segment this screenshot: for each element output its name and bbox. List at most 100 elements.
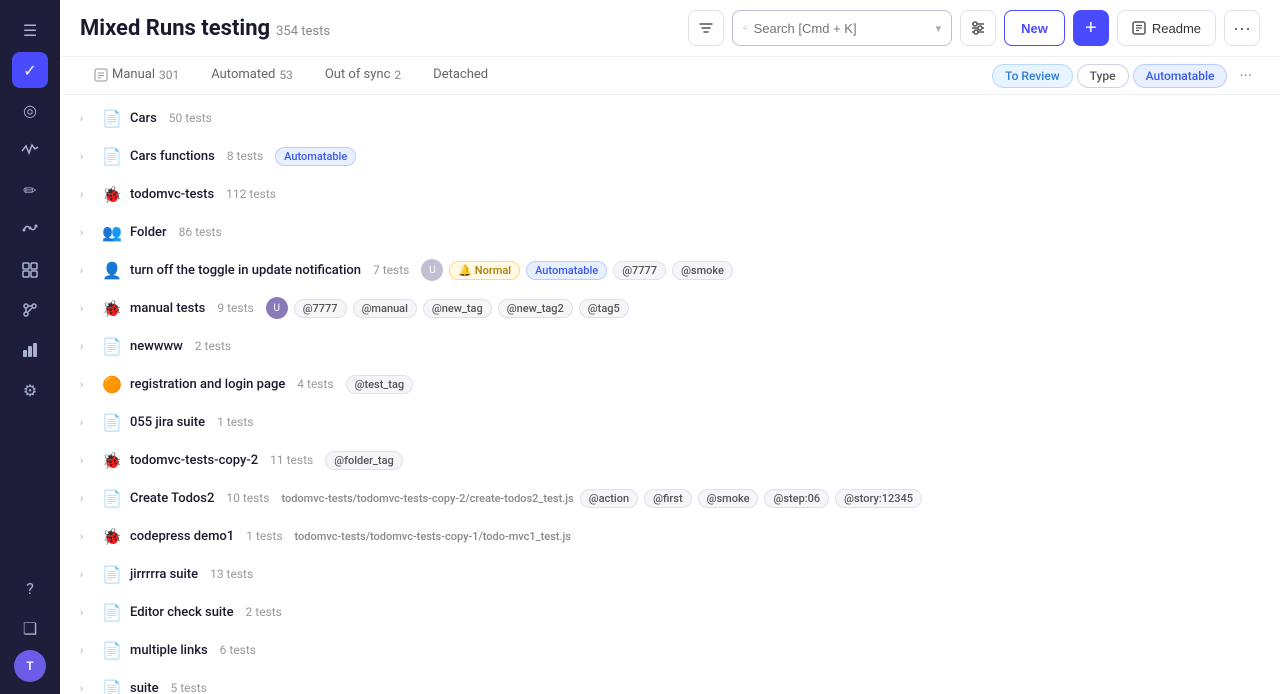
layers-icon[interactable]: ❏: [12, 610, 48, 646]
item-icon: 🐞: [102, 299, 122, 318]
list-item[interactable]: › 🟠 registration and login page 4 tests …: [60, 365, 1280, 403]
item-icon: 📄: [102, 641, 122, 660]
list-item[interactable]: › 🐞 todomvc-tests 112 tests: [60, 175, 1280, 213]
list-item[interactable]: › 📄 Create Todos2 10 tests todomvc-tests…: [60, 479, 1280, 517]
tag[interactable]: @smoke: [698, 489, 759, 508]
tag[interactable]: @step:06: [764, 489, 829, 508]
chevron-right-icon: ›: [80, 492, 94, 505]
more-button[interactable]: ···: [1224, 10, 1260, 46]
list-item[interactable]: › 🐞 codepress demo1 1 tests todomvc-test…: [60, 517, 1280, 555]
tag[interactable]: @7777: [294, 299, 347, 318]
tag[interactable]: @story:12345: [835, 489, 922, 508]
filter-automatable[interactable]: Automatable: [1133, 64, 1228, 88]
item-icon: 📄: [102, 337, 122, 356]
list-item[interactable]: › 📄 jirrrrra suite 13 tests: [60, 555, 1280, 593]
chevron-right-icon: ›: [80, 416, 94, 429]
search-icon: [743, 21, 747, 35]
plugin-icon[interactable]: [12, 252, 48, 288]
list-item[interactable]: › 📄 055 jira suite 1 tests: [60, 403, 1280, 441]
avatar[interactable]: T: [14, 650, 46, 682]
item-icon: 📄: [102, 413, 122, 432]
chevron-right-icon: ›: [80, 340, 94, 353]
check-icon[interactable]: ✓: [12, 52, 48, 88]
tag[interactable]: 🔔 Normal: [449, 261, 520, 280]
bar-chart-icon[interactable]: [12, 332, 48, 368]
settings-icon[interactable]: ⚙: [12, 372, 48, 408]
tag[interactable]: Automatable: [275, 147, 356, 166]
readme-button[interactable]: Readme: [1117, 10, 1216, 46]
item-icon: 📄: [102, 679, 122, 694]
tag[interactable]: @manual: [353, 299, 417, 318]
chevron-right-icon: ›: [80, 682, 94, 694]
search-input[interactable]: [754, 21, 930, 36]
chevron-right-icon: ›: [80, 454, 94, 467]
list-item[interactable]: › 📄 suite 5 tests: [60, 669, 1280, 694]
sliders-button[interactable]: [960, 10, 996, 46]
list-item[interactable]: › 📄 Cars functions 8 tests Automatable: [60, 137, 1280, 175]
list-item[interactable]: › 🐞 manual tests 9 tests U @7777 @manual…: [60, 289, 1280, 327]
plus-button[interactable]: +: [1073, 10, 1109, 46]
chevron-right-icon: ›: [80, 150, 94, 163]
item-icon: 📄: [102, 489, 122, 508]
sidebar: ☰ ✓ ◎ ✏: [0, 0, 60, 694]
tab-automated[interactable]: Automated 53: [197, 57, 307, 94]
chevron-right-icon: ›: [80, 112, 94, 125]
activity-icon[interactable]: [12, 132, 48, 168]
chevron-right-icon: ›: [80, 568, 94, 581]
chevron-right-icon: ›: [80, 530, 94, 543]
item-tags: U 🔔 Normal Automatable @7777 @smoke: [421, 259, 733, 281]
git-icon[interactable]: [12, 292, 48, 328]
question-icon[interactable]: ?: [12, 570, 48, 606]
tag[interactable]: @folder_tag: [325, 451, 403, 470]
list-item[interactable]: › 📄 newwww 2 tests: [60, 327, 1280, 365]
chevron-right-icon: ›: [80, 606, 94, 619]
tab-detached[interactable]: Detached: [419, 57, 502, 94]
chevron-right-icon: ›: [80, 226, 94, 239]
tag[interactable]: @test_tag: [346, 375, 414, 394]
tab-out-of-sync[interactable]: Out of sync 2: [311, 57, 415, 94]
test-list: › 📄 Cars 50 tests › 📄 Cars functions 8 t…: [60, 95, 1280, 694]
tag[interactable]: @tag5: [579, 299, 629, 318]
new-button[interactable]: New: [1004, 10, 1065, 46]
item-icon: 📄: [102, 109, 122, 128]
tag[interactable]: @7777: [613, 261, 666, 280]
item-tags: U @7777 @manual @new_tag @new_tag2 @tag5: [266, 297, 629, 319]
list-item[interactable]: › 📄 Cars 50 tests: [60, 99, 1280, 137]
tag[interactable]: Automatable: [526, 261, 607, 280]
chevron-right-icon: ›: [80, 644, 94, 657]
tag[interactable]: @action: [580, 489, 638, 508]
tag[interactable]: @first: [644, 489, 692, 508]
tag[interactable]: @smoke: [672, 261, 733, 280]
tag[interactable]: @new_tag: [423, 299, 492, 318]
readme-icon: [1132, 21, 1146, 35]
search-chevron-icon: ▾: [936, 22, 942, 35]
item-icon: 📄: [102, 147, 122, 166]
pen-icon[interactable]: ✏: [12, 172, 48, 208]
page-title: Mixed Runs testing354 tests: [80, 16, 330, 41]
search-box[interactable]: ▾: [732, 10, 952, 46]
menu-icon[interactable]: ☰: [12, 12, 48, 48]
list-item[interactable]: › 📄 multiple links 6 tests: [60, 631, 1280, 669]
header: Mixed Runs testing354 tests ▾: [60, 0, 1280, 57]
item-icon: 🐞: [102, 185, 122, 204]
filter-type[interactable]: Type: [1077, 64, 1129, 88]
checklist-icon: [94, 68, 108, 82]
tabs-bar: Manual 301 Automated 53 Out of sync 2 De…: [60, 57, 1280, 95]
path-tag: todomvc-tests/todomvc-tests-copy-2/creat…: [281, 492, 573, 505]
item-icon: 🐞: [102, 451, 122, 470]
more-filters-icon[interactable]: ···: [1231, 58, 1260, 93]
list-item[interactable]: › 👥 Folder 86 tests: [60, 213, 1280, 251]
list-item[interactable]: › 📄 Editor check suite 2 tests: [60, 593, 1280, 631]
item-tags: @folder_tag: [325, 451, 403, 470]
path-tag: todomvc-tests/todomvc-tests-copy-1/todo-…: [295, 530, 571, 543]
tag[interactable]: @new_tag2: [498, 299, 573, 318]
item-tags: Automatable: [275, 147, 356, 166]
chart-icon[interactable]: [12, 212, 48, 248]
filter-to-review[interactable]: To Review: [992, 64, 1073, 88]
list-item[interactable]: › 🐞 todomvc-tests-copy-2 11 tests @folde…: [60, 441, 1280, 479]
tab-manual[interactable]: Manual 301: [80, 57, 193, 94]
circle-icon[interactable]: ◎: [12, 92, 48, 128]
list-item[interactable]: › 👤 turn off the toggle in update notifi…: [60, 251, 1280, 289]
item-icon: 🐞: [102, 527, 122, 546]
filter-button[interactable]: [688, 10, 724, 46]
